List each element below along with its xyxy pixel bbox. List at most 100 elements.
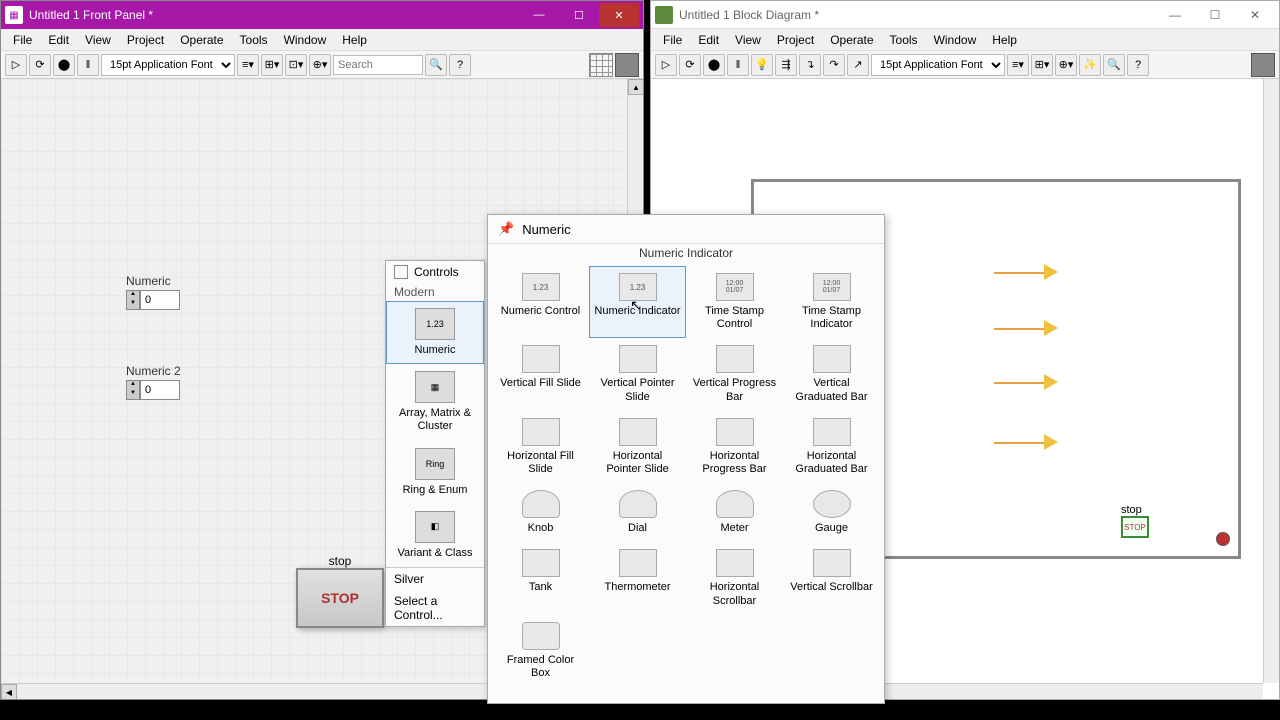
item-label: Time Stamp Control — [691, 305, 778, 331]
numeric-item-dial[interactable]: Dial — [589, 483, 686, 542]
help-button[interactable]: ? — [449, 54, 471, 76]
menu-operate[interactable]: Operate — [172, 33, 231, 47]
maximize-button[interactable]: ☐ — [1195, 3, 1235, 27]
subtract-node-icon[interactable] — [1044, 320, 1058, 336]
palette-item-numeric[interactable]: 1.23 Numeric — [386, 301, 484, 364]
numeric-item-vertical-pointer-slide[interactable]: Vertical Pointer Slide — [589, 338, 686, 410]
font-select[interactable]: 15pt Application Font — [101, 54, 235, 76]
numeric-2-spinner[interactable]: ▲▼ — [126, 380, 140, 400]
numeric-item-gauge[interactable]: Gauge — [783, 483, 880, 542]
distribute-button[interactable]: ⊞▾ — [1031, 54, 1053, 76]
step-out-button[interactable]: ↗ — [847, 54, 869, 76]
numeric-item-horizontal-scrollbar[interactable]: Horizontal Scrollbar — [686, 542, 783, 614]
numeric-item-horizontal-graduated-bar[interactable]: Horizontal Graduated Bar — [783, 411, 880, 483]
distribute-button[interactable]: ⊞▾ — [261, 54, 283, 76]
reorder-button[interactable]: ⊕▾ — [1055, 54, 1077, 76]
numeric-2-input[interactable] — [140, 380, 180, 400]
block-diagram-titlebar[interactable]: Untitled 1 Block Diagram * — ☐ ✕ — [651, 1, 1279, 29]
palette-item-variant[interactable]: ◧ Variant & Class — [386, 504, 484, 567]
abort-button[interactable]: ⬤ — [703, 54, 725, 76]
resize-button[interactable]: ⊡▾ — [285, 54, 307, 76]
align-button[interactable]: ≡▾ — [1007, 54, 1029, 76]
minimize-button[interactable]: — — [1155, 3, 1195, 27]
run-button[interactable]: ▷ — [5, 54, 27, 76]
connector-pane-icon[interactable] — [589, 53, 613, 77]
vi-icon[interactable] — [615, 53, 639, 77]
menu-operate[interactable]: Operate — [822, 33, 881, 47]
menu-edit[interactable]: Edit — [40, 33, 77, 47]
menu-project[interactable]: Project — [769, 33, 822, 47]
scroll-left-icon[interactable]: ◀ — [1, 684, 17, 699]
vi-icon[interactable] — [1251, 53, 1275, 77]
search-input[interactable] — [333, 55, 423, 75]
numeric-spinner[interactable]: ▲▼ — [126, 290, 140, 310]
numeric-item-vertical-progress-bar[interactable]: Vertical Progress Bar — [686, 338, 783, 410]
align-button[interactable]: ≡▾ — [237, 54, 259, 76]
palette-select-control[interactable]: Select a Control... — [386, 590, 484, 626]
numeric-item-thermometer[interactable]: Thermometer — [589, 542, 686, 614]
font-select[interactable]: 15pt Application Font — [871, 54, 1005, 76]
menu-view[interactable]: View — [727, 33, 769, 47]
numeric-input[interactable] — [140, 290, 180, 310]
controls-category[interactable]: Modern — [386, 283, 484, 301]
numeric-item-numeric-control[interactable]: 1.23Numeric Control — [492, 266, 589, 338]
close-button[interactable]: ✕ — [1235, 3, 1275, 27]
numeric-item-tank[interactable]: Tank — [492, 542, 589, 614]
numeric-item-vertical-scrollbar[interactable]: Vertical Scrollbar — [783, 542, 880, 614]
numeric-item-framed-color-box[interactable]: Framed Color Box — [492, 615, 589, 687]
search-icon[interactable]: 🔍 — [425, 54, 447, 76]
numeric-item-horizontal-fill-slide[interactable]: Horizontal Fill Slide — [492, 411, 589, 483]
reorder-button[interactable]: ⊕▾ — [309, 54, 331, 76]
close-button[interactable]: ✕ — [599, 3, 639, 27]
run-continuous-button[interactable]: ⟳ — [679, 54, 701, 76]
menu-view[interactable]: View — [77, 33, 119, 47]
run-continuous-button[interactable]: ⟳ — [29, 54, 51, 76]
menu-tools[interactable]: Tools — [882, 33, 926, 47]
menu-help[interactable]: Help — [334, 33, 375, 47]
stop-button[interactable]: STOP — [296, 568, 384, 628]
menu-tools[interactable]: Tools — [232, 33, 276, 47]
numeric-item-horizontal-pointer-slide[interactable]: Horizontal Pointer Slide — [589, 411, 686, 483]
vertical-scrollbar[interactable] — [1263, 79, 1279, 683]
divide-node-icon[interactable] — [1044, 434, 1058, 450]
add-node-icon[interactable] — [1044, 264, 1058, 280]
numeric-item-vertical-fill-slide[interactable]: Vertical Fill Slide — [492, 338, 589, 410]
menu-window[interactable]: Window — [926, 33, 985, 47]
maximize-button[interactable]: ☐ — [559, 3, 599, 27]
run-button[interactable]: ▷ — [655, 54, 677, 76]
minimize-button[interactable]: — — [519, 3, 559, 27]
numeric-item-time-stamp-indicator[interactable]: Time Stamp Indicator — [783, 266, 880, 338]
retain-wire-button[interactable]: ⇶ — [775, 54, 797, 76]
front-panel-titlebar[interactable]: ▦ Untitled 1 Front Panel * — ☐ ✕ — [1, 1, 643, 29]
palette-item-ring[interactable]: Ring Ring & Enum — [386, 441, 484, 504]
numeric-palette-title: Numeric — [522, 222, 570, 237]
cleanup-button[interactable]: ✨ — [1079, 54, 1101, 76]
pin-icon[interactable] — [394, 265, 408, 279]
multiply-node-icon[interactable] — [1044, 374, 1058, 390]
pause-button[interactable]: ‖ — [727, 54, 749, 76]
numeric-item-time-stamp-control[interactable]: Time Stamp Control — [686, 266, 783, 338]
palette-silver[interactable]: Silver — [386, 568, 484, 590]
search-icon[interactable]: 🔍 — [1103, 54, 1125, 76]
numeric-item-horizontal-progress-bar[interactable]: Horizontal Progress Bar — [686, 411, 783, 483]
menu-file[interactable]: File — [655, 33, 690, 47]
pause-button[interactable]: ‖ — [77, 54, 99, 76]
pin-icon[interactable]: 📌 — [498, 221, 514, 237]
scroll-up-icon[interactable]: ▲ — [628, 79, 643, 95]
numeric-item-meter[interactable]: Meter — [686, 483, 783, 542]
item-label: Horizontal Graduated Bar — [788, 450, 875, 476]
menu-help[interactable]: Help — [984, 33, 1025, 47]
menu-window[interactable]: Window — [276, 33, 335, 47]
menu-edit[interactable]: Edit — [690, 33, 727, 47]
menu-file[interactable]: File — [5, 33, 40, 47]
help-button[interactable]: ? — [1127, 54, 1149, 76]
numeric-item-knob[interactable]: Knob — [492, 483, 589, 542]
step-into-button[interactable]: ↴ — [799, 54, 821, 76]
numeric-item-vertical-graduated-bar[interactable]: Vertical Graduated Bar — [783, 338, 880, 410]
highlight-button[interactable]: 💡 — [751, 54, 773, 76]
menu-project[interactable]: Project — [119, 33, 172, 47]
abort-button[interactable]: ⬤ — [53, 54, 75, 76]
palette-item-array[interactable]: ▦ Array, Matrix & Cluster — [386, 364, 484, 440]
stop-terminal-box[interactable]: STOP — [1121, 516, 1149, 538]
step-over-button[interactable]: ↷ — [823, 54, 845, 76]
